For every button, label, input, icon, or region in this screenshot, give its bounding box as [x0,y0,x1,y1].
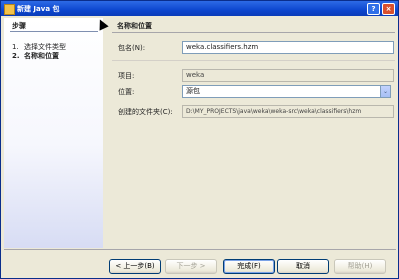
project-field: weka [182,69,394,82]
back-button[interactable]: < 上一步(B) [109,259,161,274]
package-name-input[interactable]: weka.classifiers.hzm [182,41,394,54]
main-panel: 名称和位置 包名(N): weka.classifiers.hzm 项目: we… [106,18,398,248]
created-folder-field: D:\MY_PROJECTS\java\weka\weka-src\weka\c… [182,105,394,118]
panel-title: 名称和位置 [117,22,152,30]
panel-divider [112,32,395,33]
close-button[interactable]: × [382,3,395,15]
window-title: 新建 Java 包 [17,5,60,13]
step-label: 选择文件类型 [24,43,66,51]
package-name-label: 包名(N): [118,44,146,52]
cancel-button[interactable]: 取消 [277,259,329,274]
step-label: 名称和位置 [24,52,59,60]
section-divider [112,60,395,61]
step-item-name-location: 2. 名称和位置 [12,51,59,61]
next-button[interactable]: 下一步 > [165,259,217,274]
button-bar-divider [4,249,396,250]
project-label: 项目: [118,72,135,80]
java-package-icon [4,4,15,15]
chevron-down-icon[interactable]: ⌄ [380,86,390,97]
title-bar[interactable]: 新建 Java 包 ? × [1,1,398,16]
steps-divider [10,31,98,32]
title-help-button[interactable]: ? [367,3,380,15]
location-select[interactable]: 源包 ⌄ [182,85,391,98]
steps-panel: 步骤 1. 选择文件类型 2. 名称和位置 [4,18,103,248]
help-button[interactable]: 帮助(H) [334,259,386,274]
location-label: 位置: [118,88,135,96]
step-number: 2. [12,52,20,60]
created-folder-label: 创建的文件夹(C): [118,108,173,116]
finish-button[interactable]: 完成(F) [223,259,275,274]
steps-heading: 步骤 [12,22,26,30]
step-number: 1. [12,43,19,51]
location-selected-value: 源包 [186,87,200,95]
new-java-package-dialog: 新建 Java 包 ? × 步骤 1. 选择文件类型 2. 名称和位置 名称和位置 … [0,0,399,279]
